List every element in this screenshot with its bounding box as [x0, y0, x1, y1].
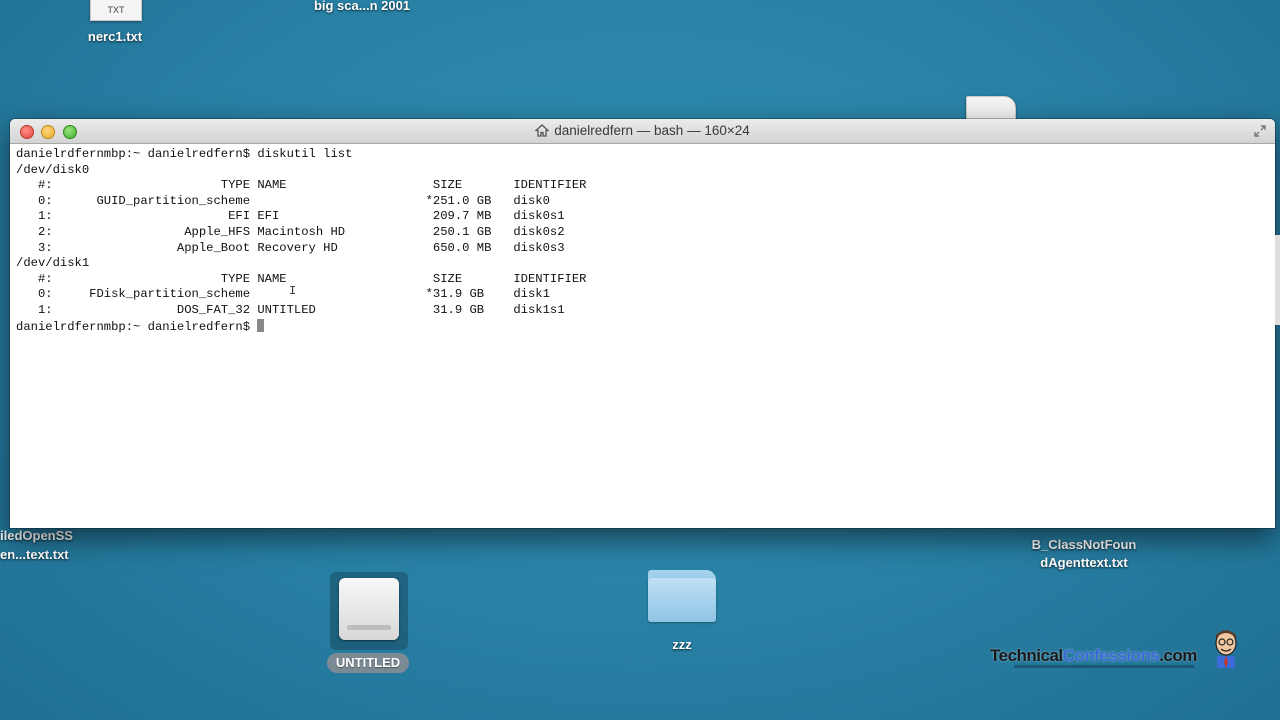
logo-part-2: Confessions: [1062, 646, 1160, 665]
file-label-left-2[interactable]: en...text.txt: [0, 546, 69, 564]
terminal-line: 1: DOS_FAT_32 UNTITLED 31.9 GB disk1s1: [16, 302, 565, 317]
external-drive-icon[interactable]: [339, 578, 399, 640]
terminal-line: 3: Apple_Boot Recovery HD 650.0 MB disk0…: [16, 240, 565, 255]
watermark-logo: TechnicalConfessions.com: [990, 646, 1197, 666]
avatar-icon: [1215, 630, 1237, 668]
terminal-line: /dev/disk1: [16, 256, 90, 271]
text-cursor: [257, 318, 265, 332]
terminal-line: #: TYPE NAME SIZE IDENTIFIER: [16, 271, 587, 286]
window-edge: [1275, 235, 1280, 325]
title-bar[interactable]: danielredfern — bash — 160×24: [10, 119, 1275, 144]
window-title: danielredfern — bash — 160×24: [10, 119, 1275, 143]
folder-icon[interactable]: [648, 578, 716, 622]
file-label-nerc1[interactable]: nerc1.txt: [75, 28, 155, 46]
logo-tagline: [1014, 665, 1194, 668]
logo-part-3: .com: [1159, 646, 1197, 665]
file-label-right-2[interactable]: dAgenttext.txt: [1020, 554, 1148, 572]
terminal-line: 0: FDisk_partition_scheme *31.9 GB disk1: [16, 287, 550, 302]
window-title-text: danielredfern — bash — 160×24: [554, 123, 750, 138]
folder-label-big-scan[interactable]: big sca...n 2001: [300, 0, 424, 15]
txt-tag: TXT: [107, 5, 125, 15]
terminal-line: 1: EFI EFI 209.7 MB disk0s1: [16, 209, 565, 224]
drive-slot: [347, 625, 391, 630]
file-label-right-1[interactable]: B_ClassNotFoun: [1020, 536, 1148, 554]
terminal-prompt: danielrdfernmbp:~ danielredfern$: [16, 319, 258, 334]
home-icon: [535, 124, 550, 137]
drive-label[interactable]: UNTITLED: [327, 653, 409, 673]
terminal-prompt-line[interactable]: danielrdfernmbp:~ danielredfern$: [16, 318, 1269, 335]
terminal-line: #: TYPE NAME SIZE IDENTIFIER: [16, 178, 587, 193]
terminal-line: 2: Apple_HFS Macintosh HD 250.1 GB disk0…: [16, 224, 565, 239]
terminal-output[interactable]: danielrdfernmbp:~ danielredfern$ diskuti…: [16, 147, 1269, 528]
file-label-left-1[interactable]: iledOpenSS: [0, 527, 73, 545]
logo-part-1: Technical: [990, 646, 1063, 665]
text-file-icon[interactable]: TXT: [90, 0, 142, 21]
terminal-line: danielrdfernmbp:~ danielredfern$ diskuti…: [16, 147, 353, 161]
terminal-window[interactable]: danielredfern — bash — 160×24 danielrdfe…: [10, 119, 1275, 528]
ibeam-cursor-icon: I: [289, 284, 297, 298]
terminal-line: /dev/disk0: [16, 162, 90, 177]
folder-label-zzz[interactable]: zzz: [642, 636, 722, 654]
terminal-line: 0: GUID_partition_scheme *251.0 GB disk0: [16, 193, 550, 208]
fullscreen-icon[interactable]: [1253, 124, 1267, 138]
